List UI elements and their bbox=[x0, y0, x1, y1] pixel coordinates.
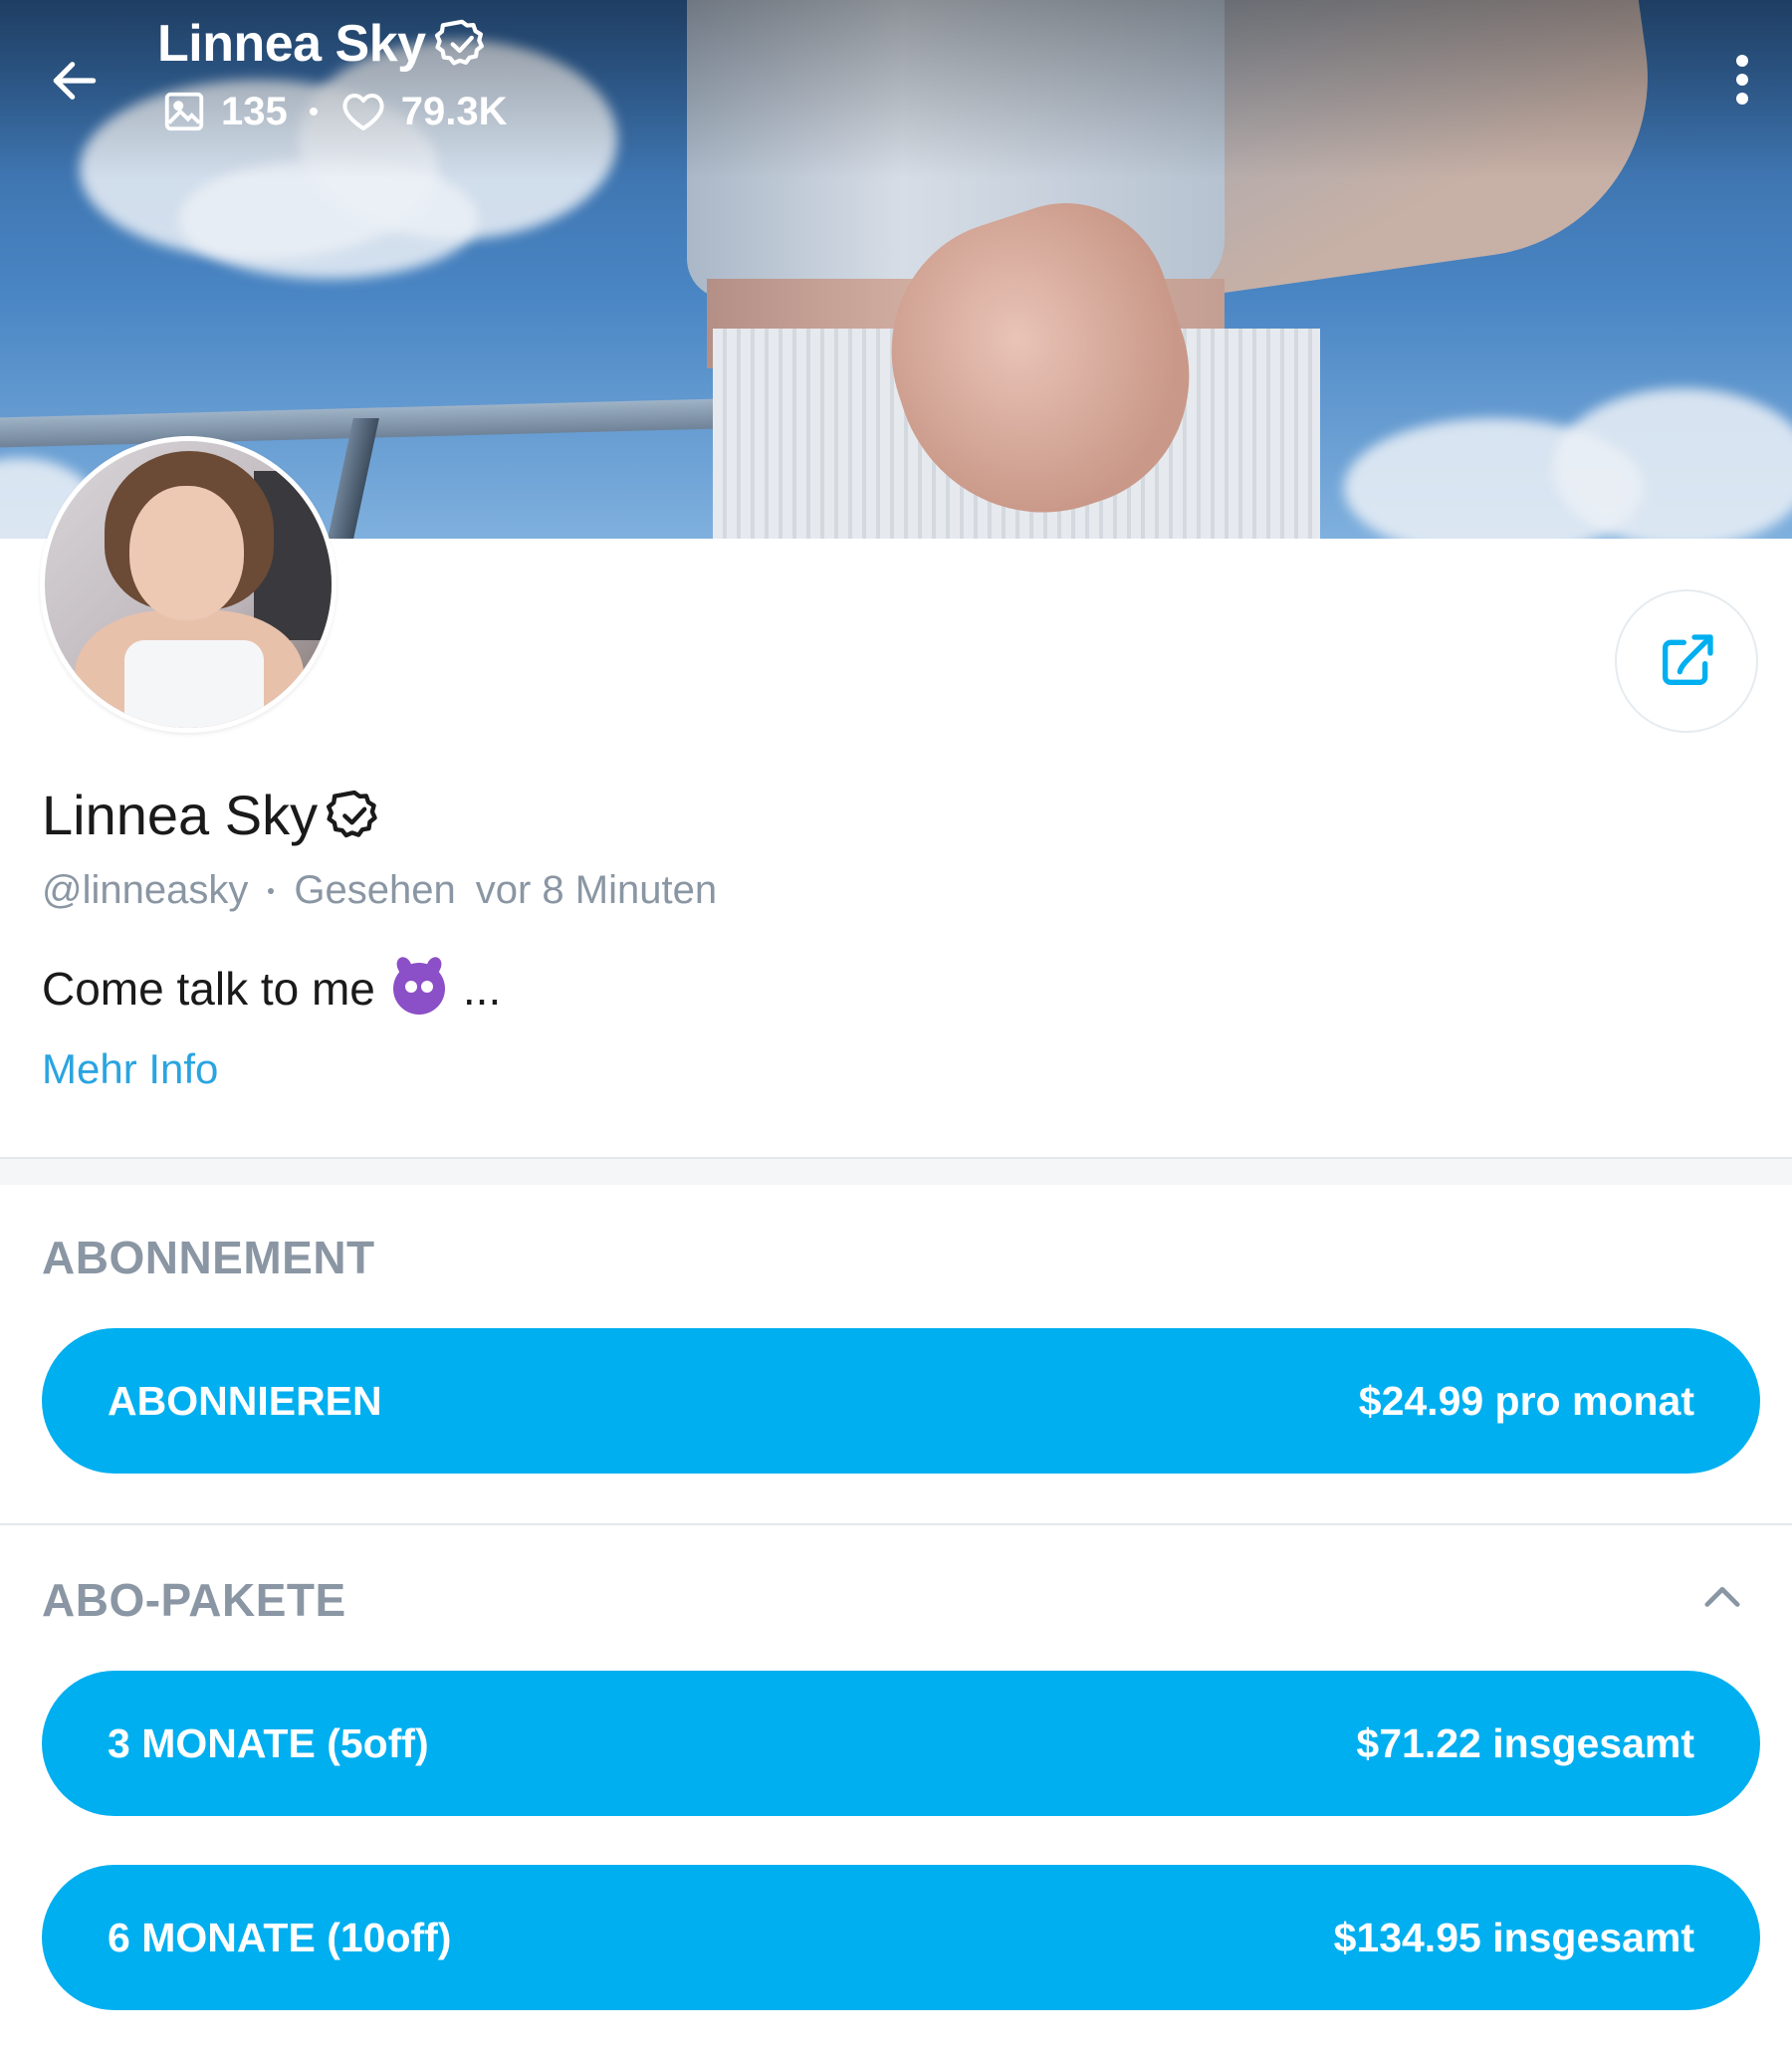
subscribe-button[interactable]: ABONNIEREN $24.99 pro monat bbox=[42, 1328, 1760, 1474]
back-arrow-icon bbox=[53, 62, 97, 100]
share-button[interactable] bbox=[1615, 589, 1758, 733]
section-divider bbox=[0, 1523, 1792, 1525]
section-divider bbox=[0, 1157, 1792, 1185]
more-options-button[interactable] bbox=[1722, 50, 1762, 110]
profile-bio: Come talk to me ... bbox=[42, 962, 501, 1016]
more-vertical-icon bbox=[1736, 55, 1748, 67]
header-stats: 135 79.3K bbox=[161, 88, 508, 135]
bundle-price: $71.22 insgesamt bbox=[1356, 1719, 1694, 1766]
profile-page: Linnea Sky 135 79.3K Linnea Sky @linneas… bbox=[0, 0, 1792, 2052]
bio-ellipsis: ... bbox=[462, 963, 502, 1015]
share-icon bbox=[1663, 634, 1713, 685]
avatar-photo bbox=[45, 441, 332, 728]
heart-icon bbox=[342, 94, 384, 130]
bundle-button-6-months[interactable]: 6 MONATE (10off) $134.95 insgesamt bbox=[42, 1865, 1760, 2010]
avatar[interactable] bbox=[40, 436, 336, 733]
more-info-link[interactable]: Mehr Info bbox=[42, 1045, 218, 1093]
bundles-collapse-button[interactable] bbox=[1692, 1573, 1752, 1623]
chevron-up-icon bbox=[1704, 1586, 1740, 1607]
seen-label: Gesehen bbox=[294, 868, 456, 912]
separator-dot bbox=[268, 887, 275, 894]
profile-handle: @linneasky bbox=[42, 868, 249, 912]
more-vertical-dot bbox=[1736, 93, 1748, 105]
separator-dot bbox=[309, 108, 318, 115]
bundles-title: ABO-PAKETE bbox=[42, 1574, 346, 1626]
verified-icon bbox=[434, 19, 484, 66]
verified-icon bbox=[327, 790, 377, 837]
likes-count: 79.3K bbox=[400, 89, 508, 133]
subscribe-label: ABONNIEREN bbox=[108, 1377, 382, 1424]
bundle-button-3-months[interactable]: 3 MONATE (5off) $71.22 insgesamt bbox=[42, 1671, 1760, 1816]
more-vertical-dot bbox=[1736, 74, 1748, 86]
bundle-price: $134.95 insgesamt bbox=[1333, 1914, 1694, 1960]
media-count: 135 bbox=[221, 89, 288, 133]
profile-meta: @linneasky Gesehen vor 8 Minuten bbox=[42, 868, 717, 913]
seen-time: vor 8 Minuten bbox=[475, 868, 718, 912]
profile-name-text: Linnea Sky bbox=[42, 784, 319, 846]
subscribe-price: $24.99 pro monat bbox=[1358, 1377, 1694, 1424]
header-title: Linnea Sky bbox=[157, 14, 490, 74]
cover-image: Linnea Sky 135 79.3K bbox=[0, 0, 1792, 539]
image-icon bbox=[164, 92, 204, 131]
bio-text: Come talk to me bbox=[42, 963, 375, 1015]
header-name: Linnea Sky bbox=[157, 15, 426, 73]
subscription-title: ABONNEMENT bbox=[42, 1232, 375, 1283]
devil-emoji-icon bbox=[392, 963, 445, 1015]
profile-name: Linnea Sky bbox=[42, 783, 383, 847]
bundle-label: 6 MONATE (10off) bbox=[108, 1914, 452, 1960]
back-button[interactable] bbox=[44, 50, 106, 112]
bundle-label: 3 MONATE (5off) bbox=[108, 1719, 429, 1766]
